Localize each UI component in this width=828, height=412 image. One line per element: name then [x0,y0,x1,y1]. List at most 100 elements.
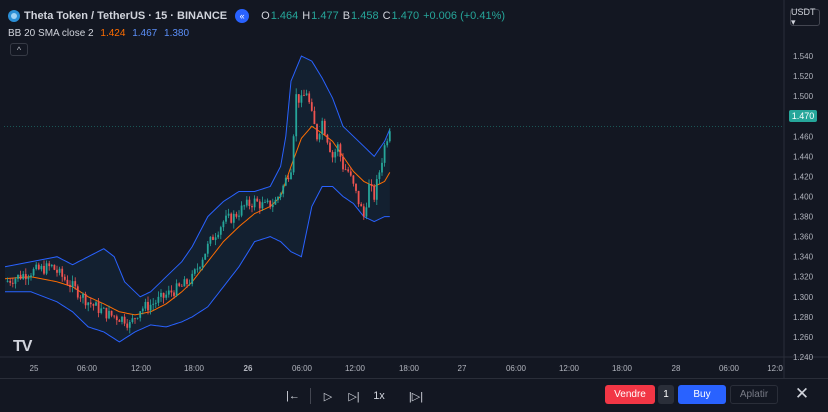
candle-body [37,264,40,270]
candle-body [126,323,129,328]
candle-body [118,320,121,322]
candle-body [6,280,9,282]
flatten-button[interactable]: Aplatir [730,385,778,404]
candle-body [154,302,157,304]
candle-body [50,264,53,267]
y-tick-label: 1.500 [793,92,814,101]
candle-body [191,273,194,284]
candle-body [175,283,178,296]
candle-body [282,185,285,194]
candle-body [14,278,17,284]
candle-body [160,292,162,297]
x-tick-label: 06:00 [77,364,98,373]
candle-body [108,310,110,319]
symbol-legend: Theta Token / TetherUS · 15 · BINANCE « … [8,9,505,23]
y-tick-label: 1.420 [793,172,814,181]
candle-body [326,134,329,143]
candle-body [266,200,269,203]
currency-selector[interactable]: USDT ▾ [790,7,820,27]
candle-body [100,308,103,313]
bollinger-legend[interactable]: BB 20 SMA close 2 1.424 1.467 1.380 [8,28,193,39]
candle-body [87,302,90,306]
collapse-legend-button[interactable]: ^ [10,43,28,56]
step-forward-button[interactable]: ▷| [345,387,363,405]
candle-body [144,301,147,309]
chart-app: 1.5401.5201.5001.4801.4601.4401.4201.400… [0,0,828,412]
candle-body [58,268,61,273]
candle-body [295,94,298,137]
open-value: 1.464 [270,10,299,22]
x-tick-label: 12:00 [559,364,580,373]
candle-body [30,275,32,278]
candle-body [180,285,183,287]
candle-body [305,93,308,96]
candle-body [82,293,84,298]
candle-body [329,142,331,153]
high-label: H [302,10,311,22]
candle-body [318,134,321,140]
x-tick-label: 18:00 [399,364,420,373]
candle-body [95,302,97,306]
candle-body [110,310,113,316]
candle-body [297,94,300,103]
candle-body [238,215,240,217]
jump-to-end-button[interactable]: |▷| [406,387,426,405]
candle-body [35,264,38,270]
candle-body [134,318,136,320]
candle-body [219,227,222,235]
candle-body [217,234,220,238]
candle-body [71,281,74,288]
close-label: C [382,10,391,22]
candle-body [360,204,363,207]
candle-body [386,141,389,146]
candle-body [204,253,207,260]
close-icon[interactable]: ✕ [793,384,811,404]
candle-body [365,207,368,217]
y-tick-label: 1.320 [793,273,814,282]
x-tick-label: 12:0 [767,364,783,373]
bb-upper-value: 1.467 [132,28,158,39]
candle-body [352,175,355,184]
x-tick-label: 18:00 [612,364,633,373]
price-chart[interactable]: 1.5401.5201.5001.4801.4601.4401.4201.400… [0,0,828,378]
y-tick-label: 1.360 [793,233,814,242]
candle-body [336,144,339,152]
candle-body [97,302,100,313]
candle-body [131,318,134,323]
candle-body [240,205,243,216]
candle-body [245,199,248,206]
candle-body [152,303,155,305]
quantity-field[interactable]: 1 [658,385,674,404]
candle-body [362,206,365,217]
y-tick-label: 1.380 [793,213,814,222]
candle-body [256,198,259,202]
candle-body [74,281,77,287]
candle-body [167,290,170,295]
goto-date-button[interactable]: |← [284,387,302,405]
bb-band-fill [5,56,390,342]
candle-body [347,169,350,172]
open-label: O [261,10,270,22]
toolbar-divider [310,388,311,404]
speed-button[interactable]: 1x [370,387,388,405]
play-button[interactable]: ▷ [320,387,336,405]
x-tick-label: 06:00 [292,364,313,373]
candle-body [331,152,334,158]
tradingview-logo[interactable]: TV [13,338,32,356]
candle-body [253,198,256,208]
buy-button[interactable]: Buy [678,385,726,404]
sell-button[interactable]: Vendre [605,385,655,404]
candle-body [344,169,347,171]
candle-body [279,193,282,197]
x-tick-label: 18:00 [184,364,205,373]
candle-body [339,144,342,157]
candle-body [368,184,370,208]
symbol-title[interactable]: Theta Token / TetherUS · 15 · BINANCE [24,10,227,22]
candle-body [183,279,186,287]
candle-body [334,151,337,158]
bb-lower-value: 1.380 [164,28,190,39]
candle-body [128,322,131,328]
candle-body [193,269,196,274]
candle-body [61,268,64,277]
market-status-icon[interactable]: « [235,9,250,23]
